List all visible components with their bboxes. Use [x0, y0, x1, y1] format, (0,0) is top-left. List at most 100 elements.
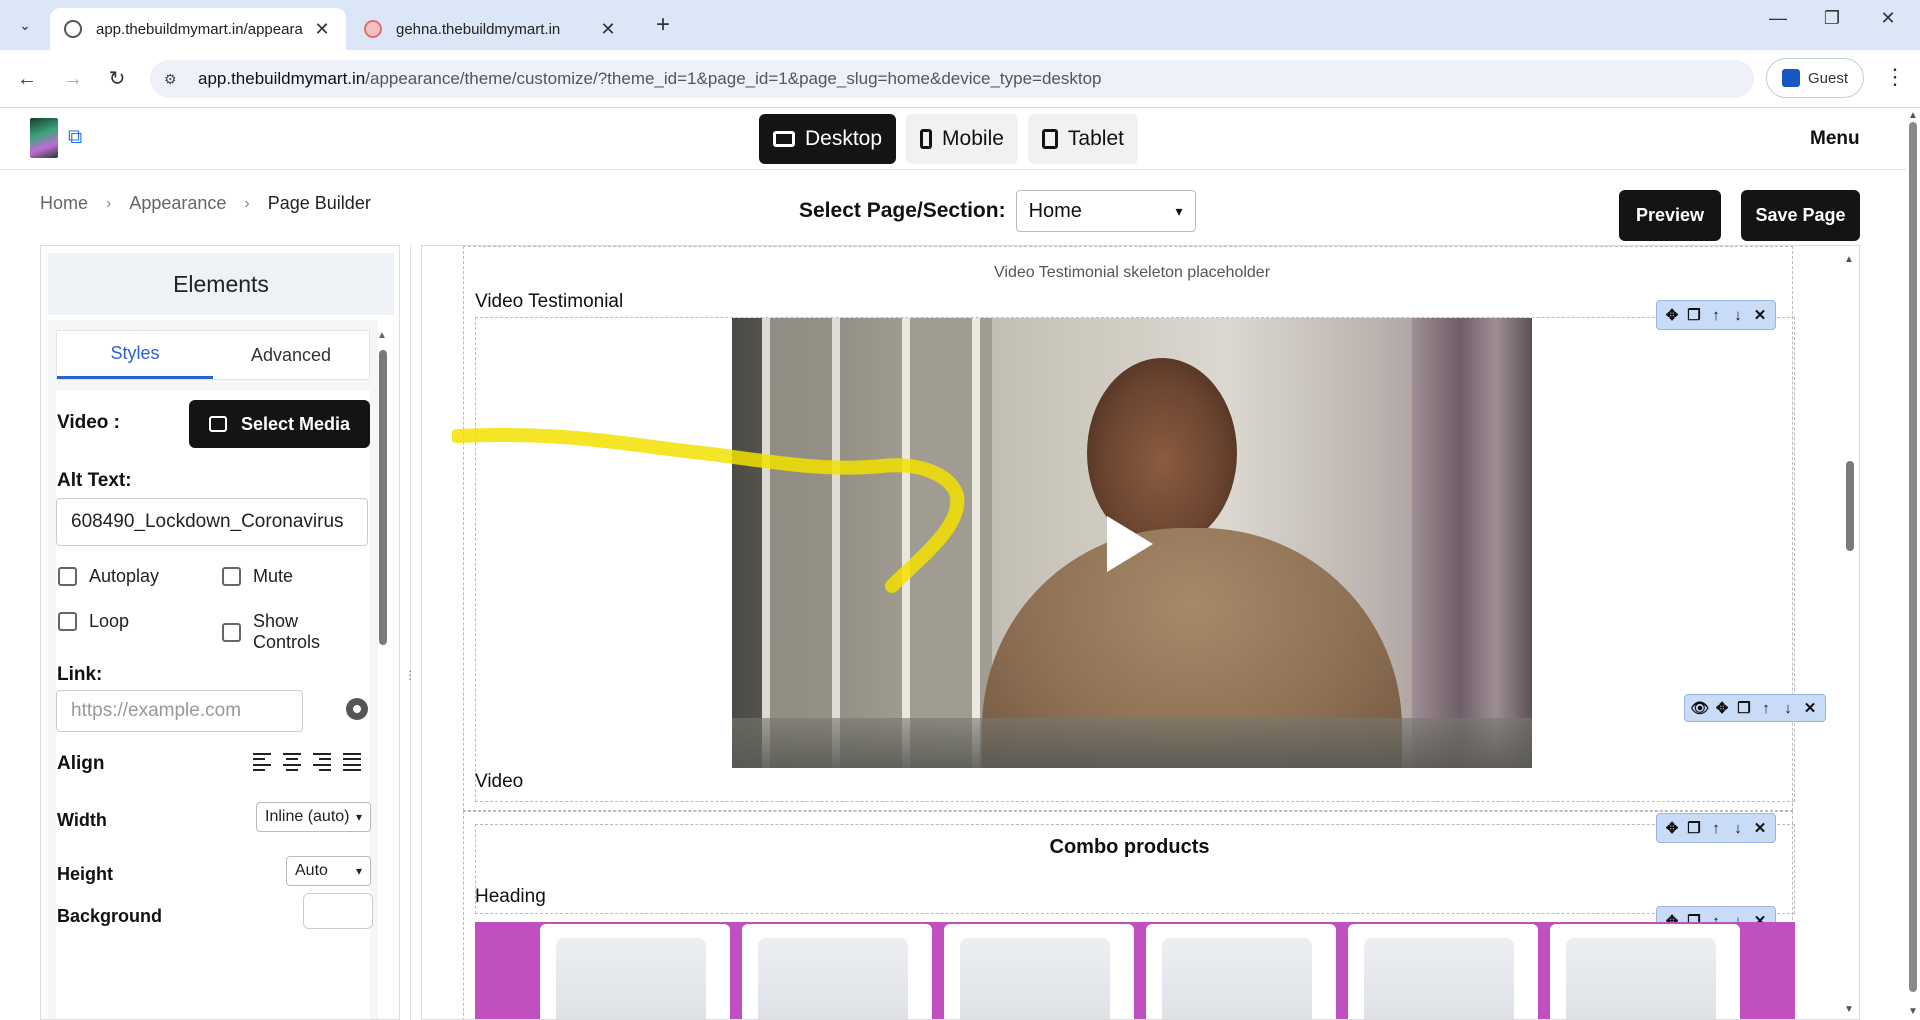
breadcrumb-appearance[interactable]: Appearance — [129, 193, 226, 214]
minimize-icon[interactable]: — — [1758, 8, 1798, 29]
image-placeholder-icon — [960, 938, 1110, 1019]
product-card[interactable] — [540, 924, 730, 1019]
duplicate-icon[interactable]: ❐ — [1685, 306, 1703, 324]
scroll-up-icon[interactable]: ▲ — [377, 330, 387, 341]
tab-title: gehna.thebuildmymart.in — [396, 20, 561, 38]
move-down-icon[interactable]: ↓ — [1729, 306, 1747, 324]
link-input[interactable]: https://example.com — [56, 690, 303, 732]
scroll-down-icon[interactable]: ▼ — [1908, 1006, 1918, 1017]
image-placeholder-icon — [758, 938, 908, 1019]
image-placeholder-icon — [1566, 938, 1716, 1019]
tablet-button[interactable]: Tablet — [1027, 114, 1138, 164]
site-info-icon[interactable]: ⚙ — [164, 71, 184, 87]
browser-tab[interactable]: gehna.thebuildmymart.in ✕ — [350, 8, 632, 50]
page-select-label: Select Page/Section: — [799, 199, 1006, 222]
profile-button[interactable]: Guest — [1766, 58, 1864, 98]
width-select[interactable]: Inline (auto) ▾ — [256, 802, 371, 832]
browser-menu-icon[interactable]: ⋮ — [1880, 64, 1910, 90]
move-up-icon[interactable]: ↑ — [1707, 819, 1725, 837]
forward-icon[interactable]: → — [58, 64, 88, 94]
annotation-highlight-stroke — [452, 428, 965, 593]
show-controls-checkbox[interactable]: Show Controls — [222, 611, 370, 653]
move-icon[interactable]: ✥ — [1713, 699, 1731, 717]
mobile-button[interactable]: Mobile — [906, 114, 1018, 164]
autoplay-label: Autoplay — [89, 566, 160, 586]
move-down-icon[interactable]: ↓ — [1729, 819, 1747, 837]
canvas-scroll-thumb[interactable] — [1846, 461, 1854, 551]
product-card[interactable] — [742, 924, 932, 1019]
new-tab-button[interactable]: + — [648, 10, 678, 40]
mobile-icon — [920, 129, 933, 149]
back-icon[interactable]: ← — [12, 64, 42, 94]
align-left-icon[interactable] — [252, 750, 276, 774]
resize-handle-icon[interactable]: ⋮⋮ — [404, 668, 428, 686]
image-placeholder-icon — [1162, 938, 1312, 1019]
product-card[interactable] — [1146, 924, 1336, 1019]
move-up-icon[interactable]: ↑ — [1757, 699, 1775, 717]
checkbox[interactable] — [58, 567, 77, 586]
visibility-icon[interactable]: 👁 — [1690, 699, 1709, 717]
external-link-icon[interactable]: ⧉ — [68, 126, 90, 148]
window-close-icon[interactable]: ✕ — [1868, 8, 1908, 29]
panel-scrollbar[interactable]: ▲ — [377, 330, 389, 1020]
panel-title: Elements — [48, 253, 394, 315]
play-icon[interactable] — [1107, 516, 1153, 572]
close-icon[interactable]: ✕ — [312, 19, 332, 40]
desktop-button[interactable]: Desktop — [759, 114, 897, 164]
page-scroll-thumb[interactable] — [1909, 122, 1917, 992]
checkbox[interactable] — [222, 567, 241, 586]
tab-styles[interactable]: Styles — [57, 331, 213, 379]
delete-icon[interactable]: ✕ — [1801, 699, 1819, 717]
delete-icon[interactable]: ✕ — [1751, 306, 1769, 324]
move-icon[interactable]: ✥ — [1663, 819, 1681, 837]
restore-icon[interactable]: ❐ — [1812, 8, 1852, 29]
move-icon[interactable]: ✥ — [1663, 306, 1681, 324]
product-card[interactable] — [944, 924, 1134, 1019]
section-controls: 👁 ✥ ❐ ↑ ↓ ✕ — [1684, 694, 1826, 722]
product-card[interactable] — [1550, 924, 1740, 1019]
tab-advanced[interactable]: Advanced — [213, 331, 369, 379]
scroll-down-icon[interactable]: ▼ — [1844, 1004, 1854, 1015]
url-input[interactable]: ⚙ app.thebuildmymart.in/appearance/theme… — [150, 60, 1754, 98]
mobile-label: Mobile — [942, 127, 1004, 150]
close-icon[interactable]: ✕ — [598, 19, 618, 40]
page-select[interactable]: Home ▾ — [1015, 190, 1196, 232]
select-media-button[interactable]: Select Media — [189, 400, 370, 448]
site-logo[interactable] — [30, 118, 58, 158]
page-scrollbar[interactable]: ▲ ▼ — [1906, 108, 1920, 1020]
preview-button[interactable]: Preview — [1619, 190, 1721, 241]
move-down-icon[interactable]: ↓ — [1779, 699, 1797, 717]
duplicate-icon[interactable]: ❐ — [1685, 819, 1703, 837]
browser-tab-active[interactable]: app.thebuildmymart.in/appeara ✕ — [50, 8, 346, 50]
checkbox[interactable] — [222, 622, 241, 642]
scroll-up-icon[interactable]: ▲ — [1908, 110, 1918, 121]
move-up-icon[interactable]: ↑ — [1707, 306, 1725, 324]
background-color-picker[interactable] — [303, 893, 373, 929]
duplicate-icon[interactable]: ❐ — [1735, 699, 1753, 717]
align-right-icon[interactable] — [312, 750, 336, 774]
checkbox[interactable] — [58, 612, 77, 631]
delete-icon[interactable]: ✕ — [1751, 819, 1769, 837]
height-select[interactable]: Auto ▾ — [286, 856, 371, 886]
breadcrumb-home[interactable]: Home — [40, 193, 88, 214]
autoplay-checkbox[interactable]: Autoplay — [58, 566, 159, 587]
mute-checkbox[interactable]: Mute — [222, 566, 293, 587]
product-card[interactable] — [1348, 924, 1538, 1019]
skeleton-note: Video Testimonial skeleton placeholder — [994, 264, 1271, 281]
align-justify-icon[interactable] — [342, 750, 366, 774]
tab-search-button[interactable]: ⌄ — [6, 9, 44, 41]
gear-icon[interactable] — [346, 698, 368, 720]
alt-text-input[interactable]: 608490_Lockdown_Coronavirus — [56, 498, 368, 546]
save-page-button[interactable]: Save Page — [1741, 190, 1860, 241]
reload-icon[interactable]: ↻ — [102, 64, 132, 94]
scroll-up-icon[interactable]: ▲ — [1844, 254, 1854, 265]
menu-link[interactable]: Menu — [1810, 128, 1860, 150]
canvas-scrollbar[interactable]: ▲ ▼ — [1838, 246, 1859, 1019]
loop-checkbox[interactable]: Loop — [58, 611, 129, 632]
alt-text-label: Alt Text: — [57, 470, 132, 491]
breadcrumb-current: Page Builder — [267, 193, 371, 213]
align-center-icon[interactable] — [282, 750, 306, 774]
site-favicon-icon — [364, 20, 382, 38]
device-switcher: Desktop Mobile Tablet — [759, 114, 1138, 164]
panel-scroll-thumb[interactable] — [379, 350, 387, 645]
